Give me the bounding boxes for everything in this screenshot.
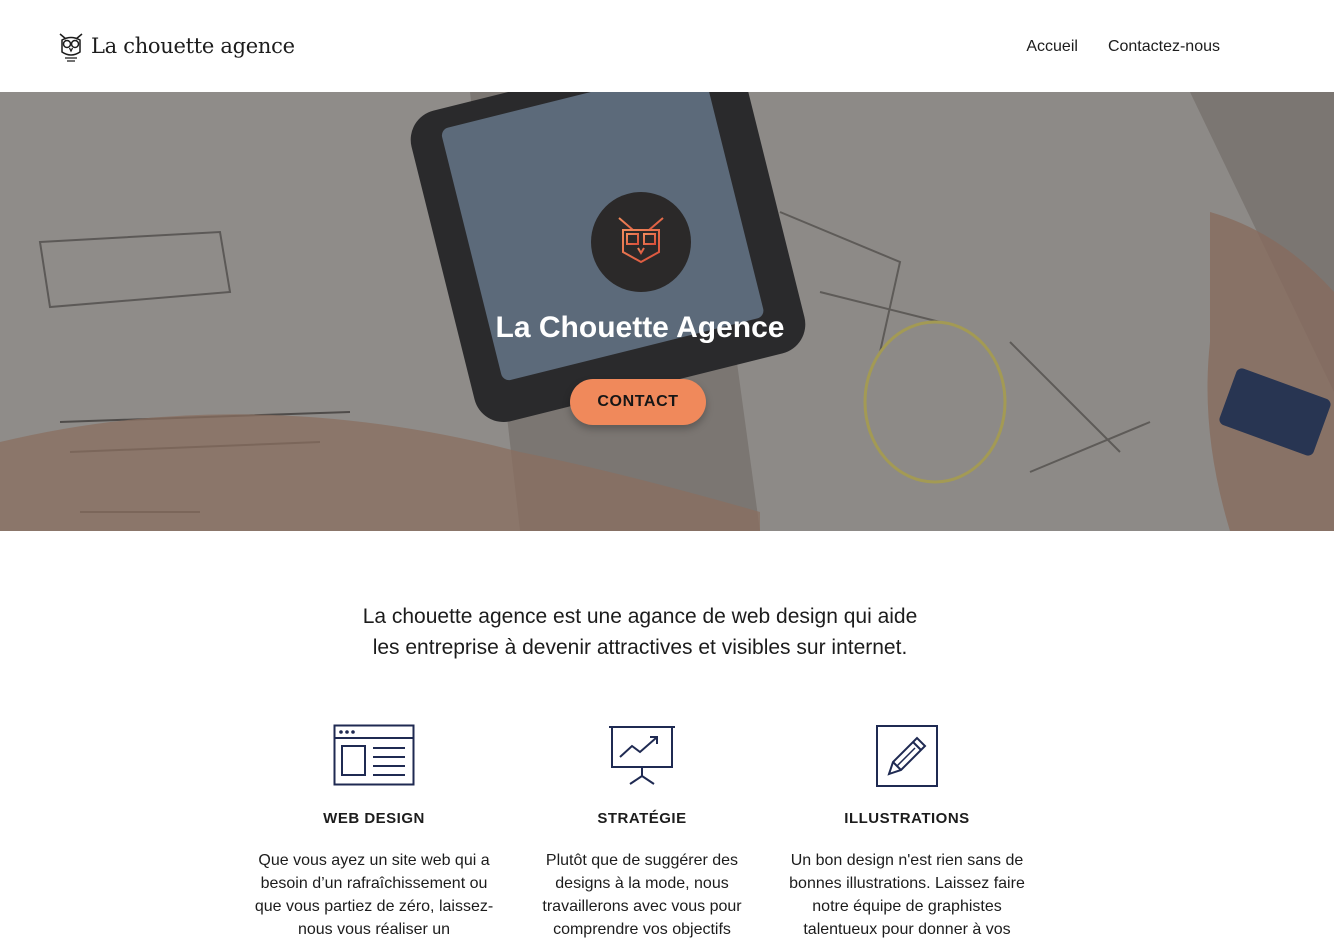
service-strategie: STRATÉGIE Plutôt que de suggérer des des…	[517, 724, 767, 941]
service-description: Que vous ayez un site web qui a besoin d…	[254, 852, 494, 938]
service-web-design: WEB DESIGN Que vous ayez un site web qui…	[249, 724, 499, 941]
logo-text: La chouette agence	[91, 34, 295, 58]
nav-link-accueil[interactable]: Accueil	[1026, 38, 1078, 56]
service-description: Un bon design n'est rien sans de bonnes …	[789, 852, 1025, 938]
service-title: STRATÉGIE	[597, 810, 687, 827]
logo-link[interactable]: La chouette agence	[57, 30, 295, 62]
web-design-icon	[333, 724, 415, 786]
nav-link-contact[interactable]: Contactez-nous	[1108, 38, 1220, 56]
strategy-chart-icon	[609, 726, 675, 785]
intro-text: La chouette agence est une agance de web…	[362, 605, 918, 659]
service-description: Plutôt que de suggérer des designs à la …	[542, 852, 742, 938]
hero-title: La Chouette Agence	[495, 311, 785, 344]
service-title: WEB DESIGN	[323, 810, 425, 827]
hero-banner: La Chouette Agence CONTACT	[0, 92, 1334, 531]
owl-emblem-icon	[618, 217, 664, 269]
site-header: La chouette agence Accueil Contactez-nou…	[0, 0, 1334, 92]
owl-logo-icon	[59, 33, 83, 62]
service-title: ILLUSTRATIONS	[844, 810, 970, 827]
main-nav: Accueil Contactez-nous	[1026, 38, 1220, 56]
service-illustrations: ILLUSTRATIONS Un bon design n'est rien s…	[782, 724, 1032, 941]
pencil-icon	[876, 725, 938, 787]
contact-button[interactable]: CONTACT	[570, 379, 706, 425]
hero-owl-badge	[591, 192, 691, 292]
